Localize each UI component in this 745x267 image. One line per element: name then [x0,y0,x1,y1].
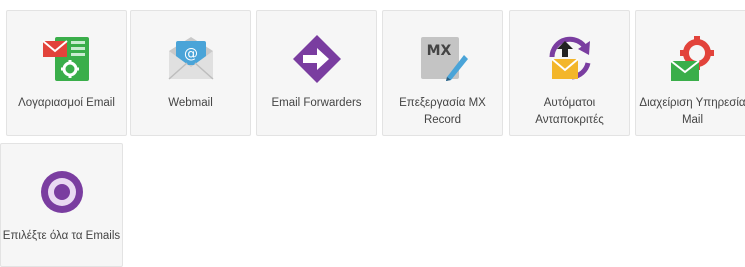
tile-label-line2: Mail [681,114,704,126]
tile-label-line1: Επιλέξτε όλα τα Emails [2,230,121,242]
mx-record-edit-icon: MX [417,33,469,85]
tile-label: Webmail [131,95,250,112]
select-all-radio-icon [36,166,88,218]
tile-webmail[interactable]: @ Webmail [130,10,251,136]
tile-label-line1: Λογαριασμοί Email [18,97,115,109]
tile-label: Επεξεργασία MX Record [383,95,502,129]
mail-service-gear-icon [667,33,719,85]
tile-label-line1: Email Forwarders [271,97,362,109]
tile-label-line1: Webmail [168,97,213,109]
tile-email-accounts[interactable]: Λογαριασμοί Email [6,10,127,136]
tile-edit-mx-record[interactable]: MX Επεξεργασία MX Record [382,10,503,136]
tile-mail-service-management[interactable]: Διαχείριση Υπηρεσία Mail [635,10,745,136]
webmail-at-symbol: @ [184,46,198,62]
tile-select-all-emails[interactable]: Επιλέξτε όλα τα Emails [0,143,123,267]
email-tools-grid: Λογαριασμοί Email @ Webmail Email Forwar… [0,0,745,267]
autoresponder-icon [544,33,596,85]
tile-label-line2: Record [423,114,462,126]
webmail-envelope-icon: @ [165,33,217,85]
tile-label-line1: Διαχείριση Υπηρεσία [639,97,745,109]
email-accounts-icon [41,33,93,85]
tile-label: Email Forwarders [257,95,376,112]
tile-label: Αυτόματοι Ανταποκριτές [510,95,629,129]
tile-autoresponders[interactable]: Αυτόματοι Ανταποκριτές [509,10,630,136]
tile-email-forwarders[interactable]: Email Forwarders [256,10,377,136]
tile-label: Λογαριασμοί Email [7,95,126,112]
forward-arrow-icon [291,33,343,85]
tile-label-line1: Αυτόματοι [543,97,596,109]
mx-text: MX [426,43,451,59]
tile-label-line2: Ανταποκριτές [535,114,604,126]
tile-label-line1: Επεξεργασία MX [399,97,486,109]
tile-label: Διαχείριση Υπηρεσία Mail [636,95,745,129]
tile-label: Επιλέξτε όλα τα Emails [1,228,122,245]
